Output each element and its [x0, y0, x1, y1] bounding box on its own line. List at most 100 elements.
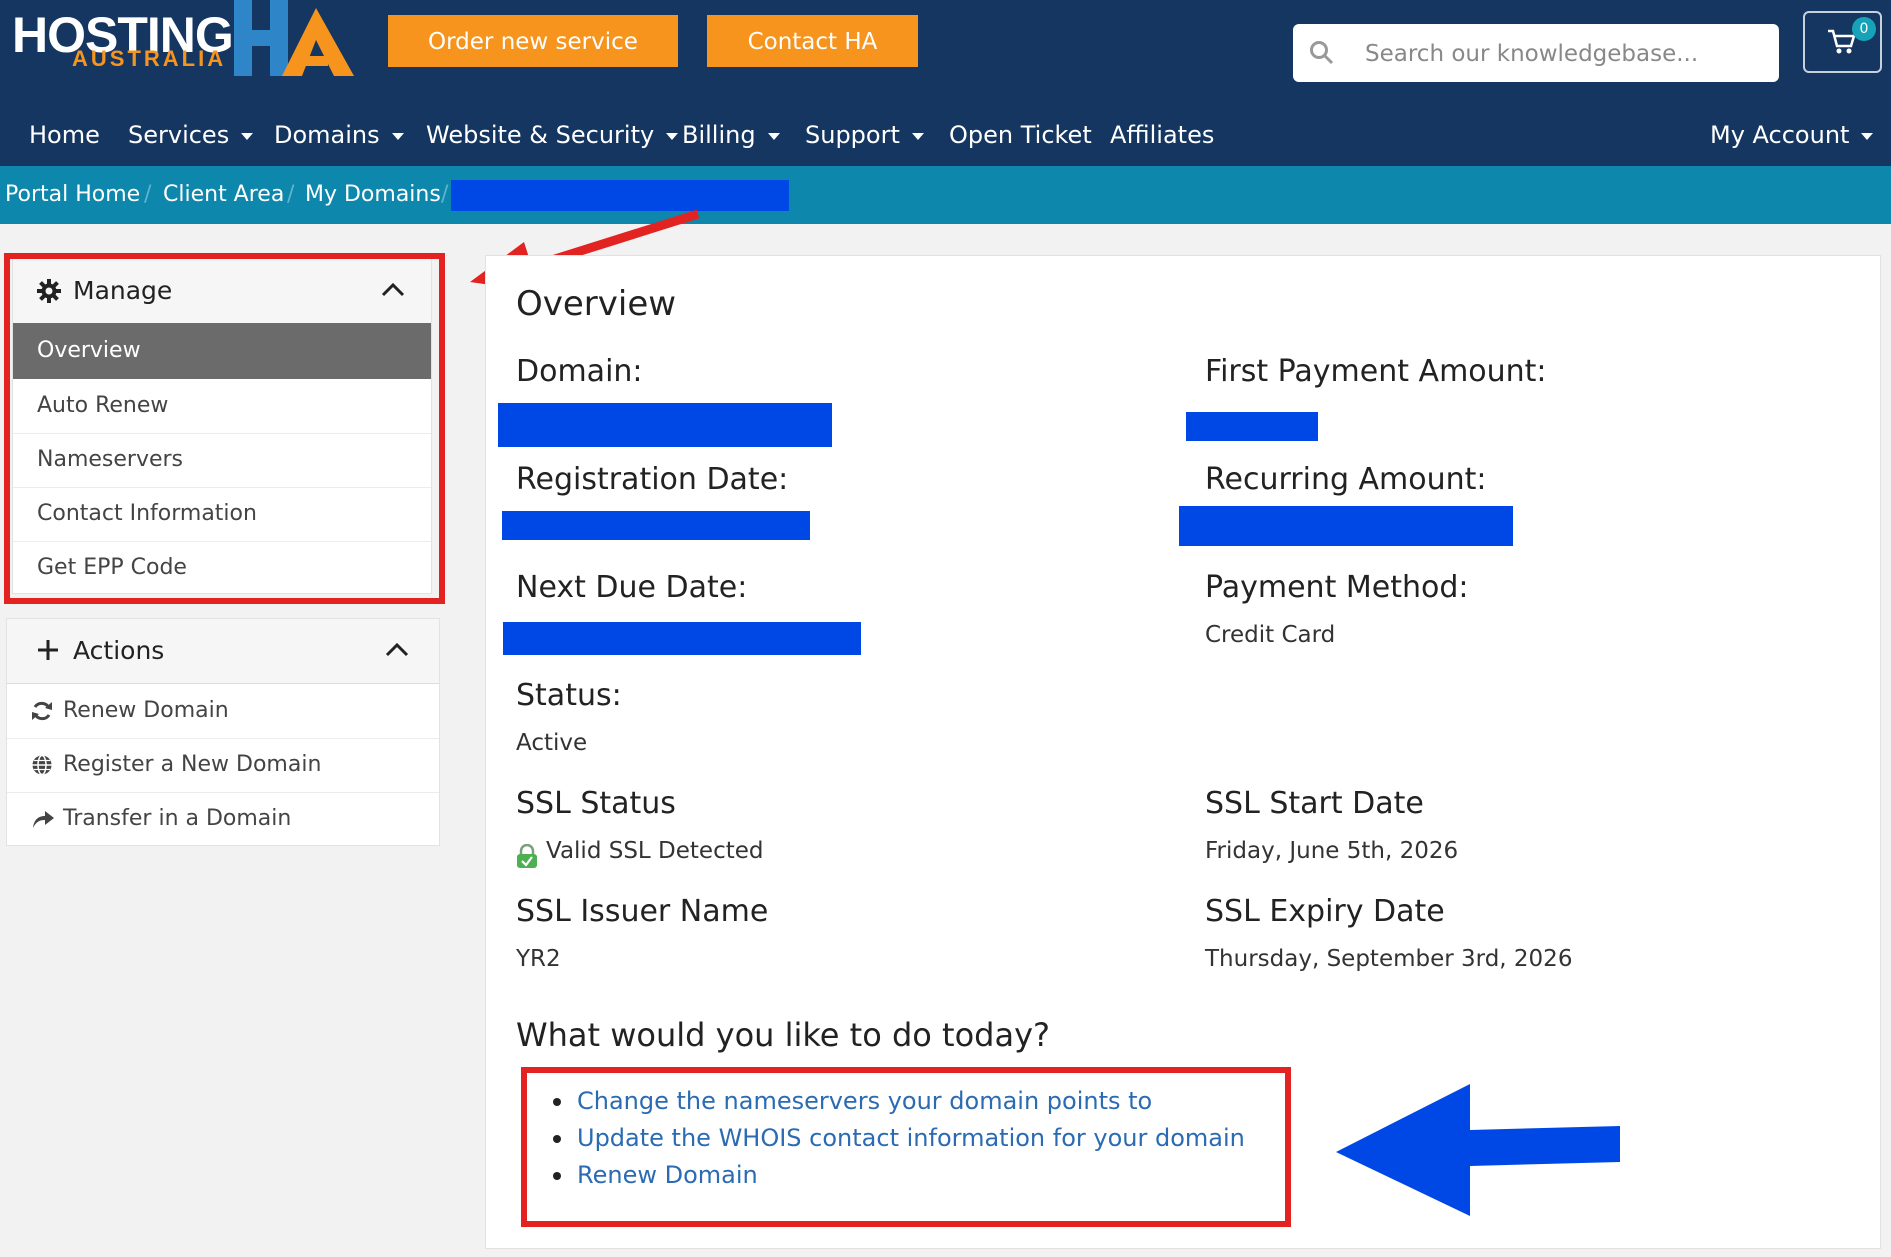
padlock-icon [517, 844, 537, 868]
breadcrumb: Portal Home / Client Area / My Domains / [0, 166, 1891, 224]
list-item: Update the WHOIS contact information for… [545, 1120, 1245, 1157]
share-arrow-icon [33, 811, 54, 828]
contact-ha-button[interactable]: Contact HA [707, 15, 918, 67]
recurring-amount-label: Recurring Amount: [1205, 462, 1487, 497]
cart-count-badge: 0 [1852, 17, 1876, 41]
search-input[interactable] [1363, 34, 1767, 74]
gear-icon [37, 279, 61, 303]
next-due-date-label: Next Due Date: [516, 570, 748, 605]
nav-label: Support [805, 121, 900, 149]
manage-panel: Manage Overview Auto Renew Nameservers C… [12, 258, 432, 594]
site-header: HOSTING AUSTRALIA Order new service Cont… [0, 0, 1891, 166]
change-nameservers-link[interactable]: Change the nameservers your domain point… [577, 1087, 1152, 1115]
action-label: Register a New Domain [63, 752, 322, 777]
action-renew-domain[interactable]: Renew Domain [7, 684, 439, 739]
caret-down-icon [1861, 132, 1874, 140]
status-label: Status: [516, 678, 622, 713]
sidebar-item-contact-information[interactable]: Contact Information [13, 487, 431, 542]
nav-support[interactable]: Support [805, 110, 924, 160]
action-register-new-domain[interactable]: Register a New Domain [7, 738, 439, 793]
redacted-recurring-amount [1179, 506, 1513, 546]
sidebar-item-auto-renew[interactable]: Auto Renew [13, 379, 431, 434]
nav-label: Website & Security [426, 121, 655, 149]
actions-panel: Actions Renew Domain Register a New Doma… [6, 618, 440, 846]
ssl-start-date-label: SSL Start Date [1205, 786, 1424, 821]
nav-label: My Account [1710, 121, 1850, 149]
caret-down-icon [767, 132, 780, 140]
nav-services[interactable]: Services [128, 110, 254, 160]
bullet [553, 1135, 561, 1143]
bullet [553, 1172, 561, 1180]
logo[interactable]: HOSTING AUSTRALIA [12, 0, 354, 80]
chevron-up-icon[interactable] [385, 641, 409, 657]
actions-title: Actions [73, 636, 165, 665]
order-new-service-button[interactable]: Order new service [388, 15, 678, 67]
breadcrumb-client-area[interactable]: Client Area [163, 166, 284, 224]
sidebar-item-label: Contact Information [37, 501, 257, 526]
nav-affiliates[interactable]: Affiliates [1110, 110, 1214, 160]
action-transfer-domain[interactable]: Transfer in a Domain [7, 792, 439, 846]
breadcrumb-separator: / [144, 182, 152, 207]
payment-method-label: Payment Method: [1205, 570, 1469, 605]
sidebar-item-label: Auto Renew [37, 393, 169, 418]
breadcrumb-separator: / [287, 182, 295, 207]
sidebar-item-label: Overview [37, 338, 141, 363]
plus-icon [38, 640, 58, 660]
nav-label: Domains [274, 121, 380, 149]
logo-mark [234, 0, 354, 76]
ssl-start-date-value: Friday, June 5th, 2026 [1205, 838, 1459, 864]
domain-label: Domain: [516, 354, 643, 389]
ssl-issuer-value: YR2 [516, 946, 561, 972]
nav-open-ticket[interactable]: Open Ticket [949, 110, 1092, 160]
breadcrumb-my-domains[interactable]: My Domains [305, 166, 441, 224]
blue-arrow-annotation [1336, 1084, 1620, 1216]
nav-my-account[interactable]: My Account [1710, 110, 1874, 160]
renew-domain-link[interactable]: Renew Domain [577, 1161, 758, 1189]
todo-heading: What would you like to do today? [516, 1016, 1050, 1054]
caret-down-icon [391, 132, 404, 140]
actions-panel-header[interactable]: Actions [7, 619, 439, 684]
redacted-registration-date [502, 511, 810, 540]
redacted-next-due-date [503, 622, 861, 655]
manage-title: Manage [73, 276, 173, 305]
nav-billing[interactable]: Billing [682, 110, 780, 160]
nav-website-security[interactable]: Website & Security [426, 110, 679, 160]
redacted-first-payment-value [1186, 412, 1318, 441]
action-label: Transfer in a Domain [63, 806, 292, 831]
action-label: Renew Domain [63, 698, 229, 723]
nav-home[interactable]: Home [29, 110, 100, 160]
sidebar-item-label: Nameservers [37, 447, 184, 472]
registration-date-label: Registration Date: [516, 462, 789, 497]
manage-panel-header[interactable]: Manage [13, 259, 431, 324]
sidebar-item-label: Get EPP Code [37, 555, 187, 580]
redacted-domain-value [498, 403, 832, 447]
first-payment-label: First Payment Amount: [1205, 354, 1547, 389]
breadcrumb-portal-home[interactable]: Portal Home [5, 166, 140, 224]
nav-label: Billing [682, 121, 756, 149]
caret-down-icon [911, 132, 924, 140]
caret-down-icon [666, 132, 679, 140]
page-title: Overview [516, 284, 677, 324]
search-icon [1310, 41, 1334, 65]
ssl-status-value: Valid SSL Detected [546, 838, 764, 864]
bullet [553, 1098, 561, 1106]
update-whois-link[interactable]: Update the WHOIS contact information for… [577, 1124, 1245, 1152]
nav-domains[interactable]: Domains [274, 110, 404, 160]
globe-icon [32, 754, 52, 776]
sidebar-item-get-epp-code[interactable]: Get EPP Code [13, 541, 431, 595]
refresh-icon [32, 701, 52, 721]
list-item: Renew Domain [545, 1157, 1245, 1194]
cart-button[interactable]: 0 [1803, 11, 1882, 73]
status-value: Active [516, 730, 588, 756]
caret-down-icon [241, 132, 254, 140]
breadcrumb-separator: / [441, 182, 449, 207]
knowledgebase-search [1293, 24, 1779, 82]
ssl-status-label: SSL Status [516, 786, 676, 821]
ssl-expiry-value: Thursday, September 3rd, 2026 [1205, 946, 1573, 972]
ssl-expiry-label: SSL Expiry Date [1205, 894, 1445, 929]
list-item: Change the nameservers your domain point… [545, 1083, 1245, 1120]
logo-text-sub: AUSTRALIA [72, 46, 227, 71]
chevron-up-icon[interactable] [381, 281, 405, 297]
sidebar-item-nameservers[interactable]: Nameservers [13, 433, 431, 488]
sidebar-item-overview[interactable]: Overview [13, 323, 431, 379]
